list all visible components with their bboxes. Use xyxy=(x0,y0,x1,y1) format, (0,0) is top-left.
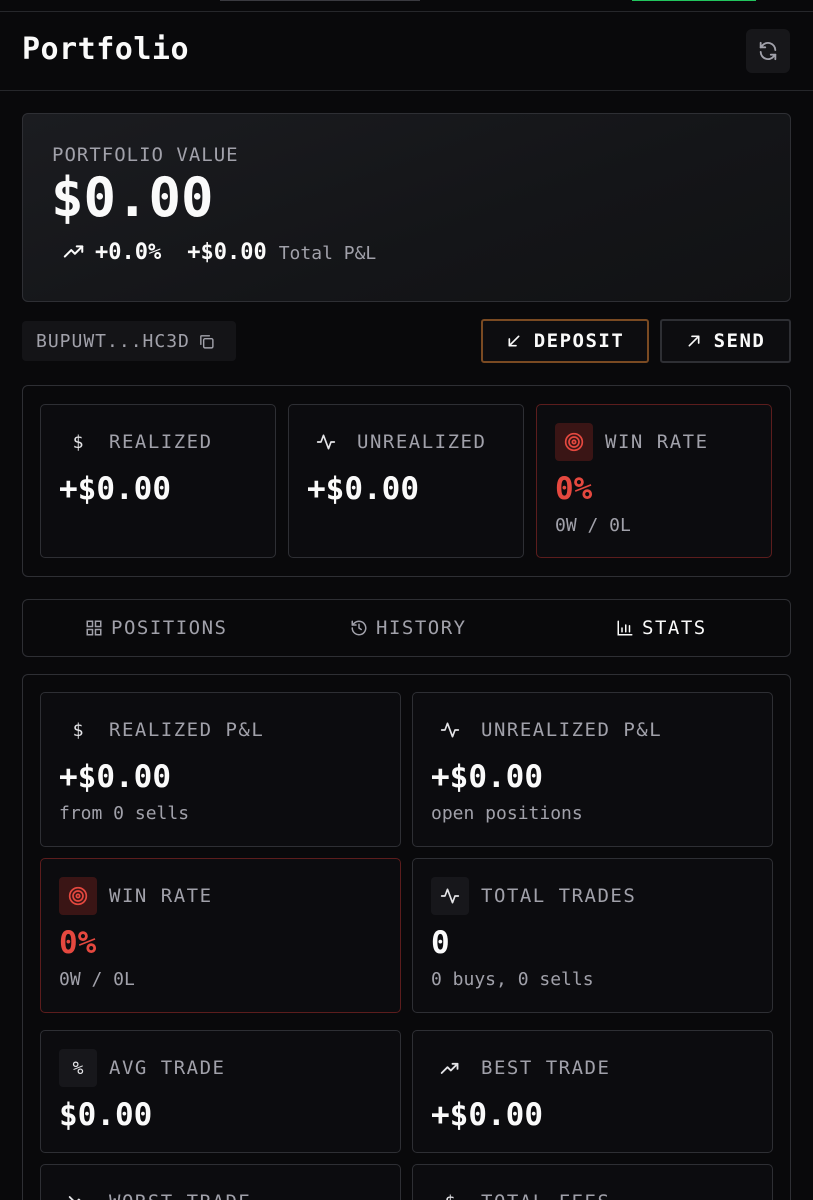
portfolio-total-pnl-label: Total P&L xyxy=(278,243,377,264)
stat-best-trade-value: +$0.00 xyxy=(431,1097,543,1133)
tab-stats[interactable]: STATS xyxy=(616,600,707,656)
tab-history[interactable]: HISTORY xyxy=(350,600,467,656)
win-rate-value: 0% xyxy=(555,471,593,507)
deposit-label: DEPOSIT xyxy=(533,330,625,352)
stat-realized-pnl-card: $ REALIZED P&L +$0.00 from 0 sells xyxy=(40,692,401,847)
page-title: Portfolio xyxy=(22,32,190,67)
send-label: SEND xyxy=(713,330,766,352)
stat-win-rate-card: WIN RATE 0% 0W / 0L xyxy=(40,858,401,1013)
win-rate-label: WIN RATE xyxy=(605,431,709,453)
stat-win-rate-sub: 0W / 0L xyxy=(59,969,135,990)
dollar-icon: $ xyxy=(431,1183,469,1200)
tab-positions[interactable]: POSITIONS xyxy=(85,600,227,656)
arrow-down-left-icon xyxy=(508,335,520,347)
stat-unrealized-pnl-value: +$0.00 xyxy=(431,759,543,795)
tab-history-label: HISTORY xyxy=(376,617,467,639)
tab-stats-label: STATS xyxy=(642,617,707,639)
header: Portfolio xyxy=(0,12,813,91)
activity-icon xyxy=(307,423,345,461)
realized-label: REALIZED xyxy=(109,431,213,453)
stat-unrealized-pnl-card: UNREALIZED P&L +$0.00 open positions xyxy=(412,692,773,847)
stat-total-trades-label: TOTAL TRADES xyxy=(481,885,637,907)
copy-icon[interactable] xyxy=(198,333,215,350)
target-icon xyxy=(555,423,593,461)
grid-icon xyxy=(86,620,102,636)
portfolio-change-row: +0.0% +$0.00 Total P&L xyxy=(63,240,376,265)
stat-worst-trade-label: WORST TRADE xyxy=(109,1191,251,1200)
wallet-address-chip[interactable]: BUPUWT...HC3D xyxy=(22,321,236,361)
top-strip-active-segment xyxy=(632,0,756,1)
dollar-icon: $ xyxy=(72,431,84,453)
portfolio-value-label: PORTFOLIO VALUE xyxy=(52,144,239,166)
arrow-up-right-icon xyxy=(688,335,700,347)
refresh-button[interactable] xyxy=(746,29,790,73)
activity-icon xyxy=(431,711,469,749)
unrealized-value: +$0.00 xyxy=(307,471,419,507)
bar-chart-icon xyxy=(617,620,633,636)
send-button[interactable]: SEND xyxy=(660,319,791,363)
dollar-icon: $ xyxy=(72,719,84,741)
stat-realized-pnl-sub: from 0 sells xyxy=(59,803,190,824)
activity-icon xyxy=(431,877,469,915)
stat-unrealized-pnl-sub: open positions xyxy=(431,803,583,824)
realized-value: +$0.00 xyxy=(59,471,171,507)
tab-bar: POSITIONS HISTORY STATS xyxy=(22,599,791,657)
portfolio-change-pct: +0.0% xyxy=(95,240,162,265)
stat-win-rate-value: 0% xyxy=(59,925,97,961)
refresh-icon xyxy=(759,41,777,61)
portfolio-total-pnl: +$0.00 xyxy=(187,240,267,265)
win-rate-sub: 0W / 0L xyxy=(555,515,631,536)
unrealized-card: UNREALIZED +$0.00 xyxy=(288,404,524,558)
stat-total-trades-value: 0 xyxy=(431,925,450,961)
history-icon xyxy=(351,620,367,636)
stat-avg-trade-card: % AVG TRADE $0.00 xyxy=(40,1030,401,1153)
stat-avg-trade-label: AVG TRADE xyxy=(109,1057,226,1079)
top-strip xyxy=(0,0,813,12)
stat-best-trade-card: BEST TRADE +$0.00 xyxy=(412,1030,773,1153)
stat-worst-trade-card: WORST TRADE xyxy=(40,1164,401,1200)
realized-card: $ REALIZED +$0.00 xyxy=(40,404,276,558)
stat-total-fees-card: $ TOTAL FEES xyxy=(412,1164,773,1200)
stat-total-trades-card: TOTAL TRADES 0 0 buys, 0 sells xyxy=(412,858,773,1013)
stat-total-trades-sub: 0 buys, 0 sells xyxy=(431,969,594,990)
trending-down-icon xyxy=(59,1183,97,1200)
stat-realized-pnl-value: +$0.00 xyxy=(59,759,171,795)
stat-total-fees-label: TOTAL FEES xyxy=(481,1191,610,1200)
percent-icon: % xyxy=(59,1049,97,1087)
wallet-address: BUPUWT...HC3D xyxy=(36,330,190,352)
stat-realized-pnl-label: REALIZED P&L xyxy=(109,719,265,741)
portfolio-value-card: PORTFOLIO VALUE $0.00 +0.0% +$0.00 Total… xyxy=(22,113,791,302)
unrealized-label: UNREALIZED xyxy=(357,431,487,453)
top-strip-segment xyxy=(220,0,420,1)
deposit-button[interactable]: DEPOSIT xyxy=(481,319,649,363)
portfolio-value: $0.00 xyxy=(51,166,214,229)
stat-unrealized-pnl-label: UNREALIZED P&L xyxy=(481,719,663,741)
stat-win-rate-label: WIN RATE xyxy=(109,885,213,907)
trending-up-icon xyxy=(431,1049,469,1087)
stat-best-trade-label: BEST TRADE xyxy=(481,1057,611,1079)
win-rate-card: WIN RATE 0% 0W / 0L xyxy=(536,404,772,558)
trending-up-icon xyxy=(63,245,84,258)
target-icon xyxy=(59,877,97,915)
tab-positions-label: POSITIONS xyxy=(111,617,228,639)
stat-avg-trade-value: $0.00 xyxy=(59,1097,153,1133)
